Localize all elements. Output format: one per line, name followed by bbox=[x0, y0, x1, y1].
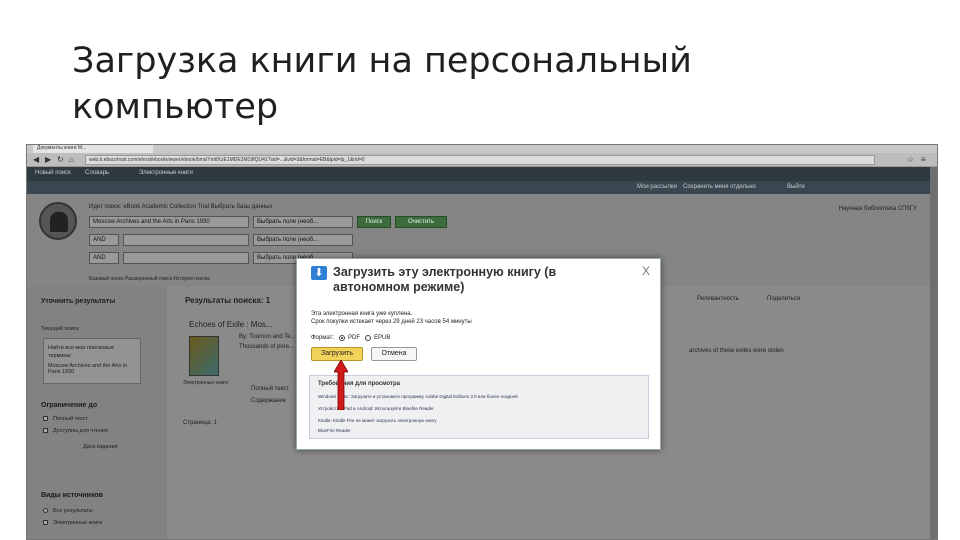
search-input[interactable]: Moscow Archives and the Arts in Paris 19… bbox=[89, 216, 249, 228]
date-label: Дата издания bbox=[83, 444, 118, 450]
search-button[interactable]: Поиск bbox=[357, 216, 391, 228]
refine-sidebar: Уточнить результаты Текущий поиск Найти … bbox=[27, 286, 167, 539]
browser-titlebar: Документы книги M... bbox=[27, 145, 937, 153]
forward-arrow-icon[interactable]: ▶ bbox=[45, 155, 51, 165]
nav-my-alerts[interactable]: Мои рассылки bbox=[637, 181, 677, 194]
source-title: Виды источников bbox=[41, 492, 103, 499]
requirements-title: Требования для просмотра bbox=[318, 381, 400, 387]
nav-new-search[interactable]: Новый поиск bbox=[35, 167, 71, 180]
slide-title-line-1: Загрузка книги на персональный bbox=[72, 41, 692, 81]
url-field[interactable]: web.b.ebscohost.com/ehost/ebookviewer/eb… bbox=[85, 155, 875, 165]
cancel-button[interactable]: Отмена bbox=[371, 347, 417, 361]
red-arrow-annotation bbox=[334, 360, 348, 410]
library-name: Научная библиотека СПбГУ bbox=[838, 206, 917, 212]
source-all-radio[interactable] bbox=[43, 508, 48, 513]
close-icon[interactable]: X bbox=[642, 264, 650, 278]
library-logo bbox=[39, 202, 77, 240]
nav-save[interactable]: Сохранить меня отдельно bbox=[683, 181, 756, 194]
field-select-1[interactable]: Выбрать поле (необ... bbox=[253, 216, 353, 228]
limit-title: Ограничение до bbox=[41, 402, 98, 409]
search-input-3[interactable] bbox=[123, 252, 249, 264]
search-links[interactable]: Базовый поиск Расширенный поиск История … bbox=[89, 276, 210, 282]
address-bar-row: ◀ ▶ ↻ ⌂ web.b.ebscohost.com/ehost/ebookv… bbox=[27, 153, 937, 167]
source-ebooks-checkbox[interactable] bbox=[43, 520, 48, 525]
purchase-status: Эта электронная книга уже куплена. bbox=[311, 311, 413, 317]
page-indicator: Страница: 1 bbox=[183, 420, 217, 426]
refine-title: Уточнить результаты bbox=[41, 298, 116, 305]
back-arrow-icon[interactable]: ◀ bbox=[33, 155, 39, 165]
format-pdf-radio[interactable] bbox=[339, 335, 345, 341]
full-text-link[interactable]: Полный текст bbox=[251, 386, 289, 392]
download-ebook-dialog: ⬇ Загрузить эту электронную книгу (в авт… bbox=[296, 258, 661, 450]
result-title[interactable]: Echoes of Exile : Mos... bbox=[189, 320, 273, 329]
field-select-2[interactable]: Выбрать поле (необ... bbox=[253, 234, 353, 246]
expiry-text: Срок покупки истекает через 29 дней 23 ч… bbox=[311, 319, 472, 325]
results-heading: Результаты поиска: 1 bbox=[185, 296, 271, 305]
bool-select-1[interactable]: AND bbox=[89, 234, 119, 246]
dialog-title: Загрузить эту электронную книгу (в автон… bbox=[333, 265, 557, 294]
home-icon[interactable]: ⌂ bbox=[69, 155, 74, 165]
share-button[interactable]: Поделиться bbox=[767, 296, 800, 302]
format-epub-radio[interactable] bbox=[365, 335, 371, 341]
requirements-box: Требования для просмотра Windows / Mac: … bbox=[309, 375, 649, 439]
reload-icon[interactable]: ↻ bbox=[57, 155, 64, 165]
result-type: Электронные книги bbox=[183, 380, 228, 386]
current-search-label[interactable]: Текущий поиск bbox=[41, 326, 79, 332]
nav-dictionary[interactable]: Словарь bbox=[85, 167, 109, 180]
download-icon: ⬇ bbox=[311, 266, 327, 280]
fulltext-checkbox[interactable] bbox=[43, 416, 48, 421]
sort-select[interactable]: Релевантность bbox=[697, 296, 739, 302]
menu-icon[interactable]: ≡ bbox=[921, 155, 926, 165]
contents-link[interactable]: Содержание bbox=[251, 398, 286, 404]
clear-button[interactable]: Очистить bbox=[395, 216, 447, 228]
slide-title: Загрузка книги на персональный компьютер bbox=[72, 38, 772, 130]
search-input-2[interactable] bbox=[123, 234, 249, 246]
page-scrollbar[interactable] bbox=[930, 167, 937, 539]
current-search-box: Найти все мои поисковые термины: Moscow … bbox=[43, 338, 141, 384]
bool-select-2[interactable]: AND bbox=[89, 252, 119, 264]
search-crumb: Идет поиск: eBook Academic Collection Tr… bbox=[89, 204, 273, 210]
site-user-nav: Мои рассылки Сохранить меня отдельно Вый… bbox=[27, 181, 937, 194]
available-checkbox[interactable] bbox=[43, 428, 48, 433]
nav-signout[interactable]: Выйти bbox=[787, 181, 805, 194]
format-label: Формат: bbox=[311, 335, 334, 341]
slide-title-line-2: компьютер bbox=[72, 87, 279, 127]
site-top-nav: Новый поиск Словарь Электронные книги bbox=[27, 167, 937, 181]
download-button[interactable]: Загрузить bbox=[311, 347, 363, 361]
nav-ebooks[interactable]: Электронные книги bbox=[139, 167, 193, 180]
browser-tab[interactable]: Документы книги M... bbox=[33, 145, 153, 153]
star-icon[interactable]: ☆ bbox=[907, 155, 914, 165]
book-cover-image[interactable] bbox=[189, 336, 219, 376]
